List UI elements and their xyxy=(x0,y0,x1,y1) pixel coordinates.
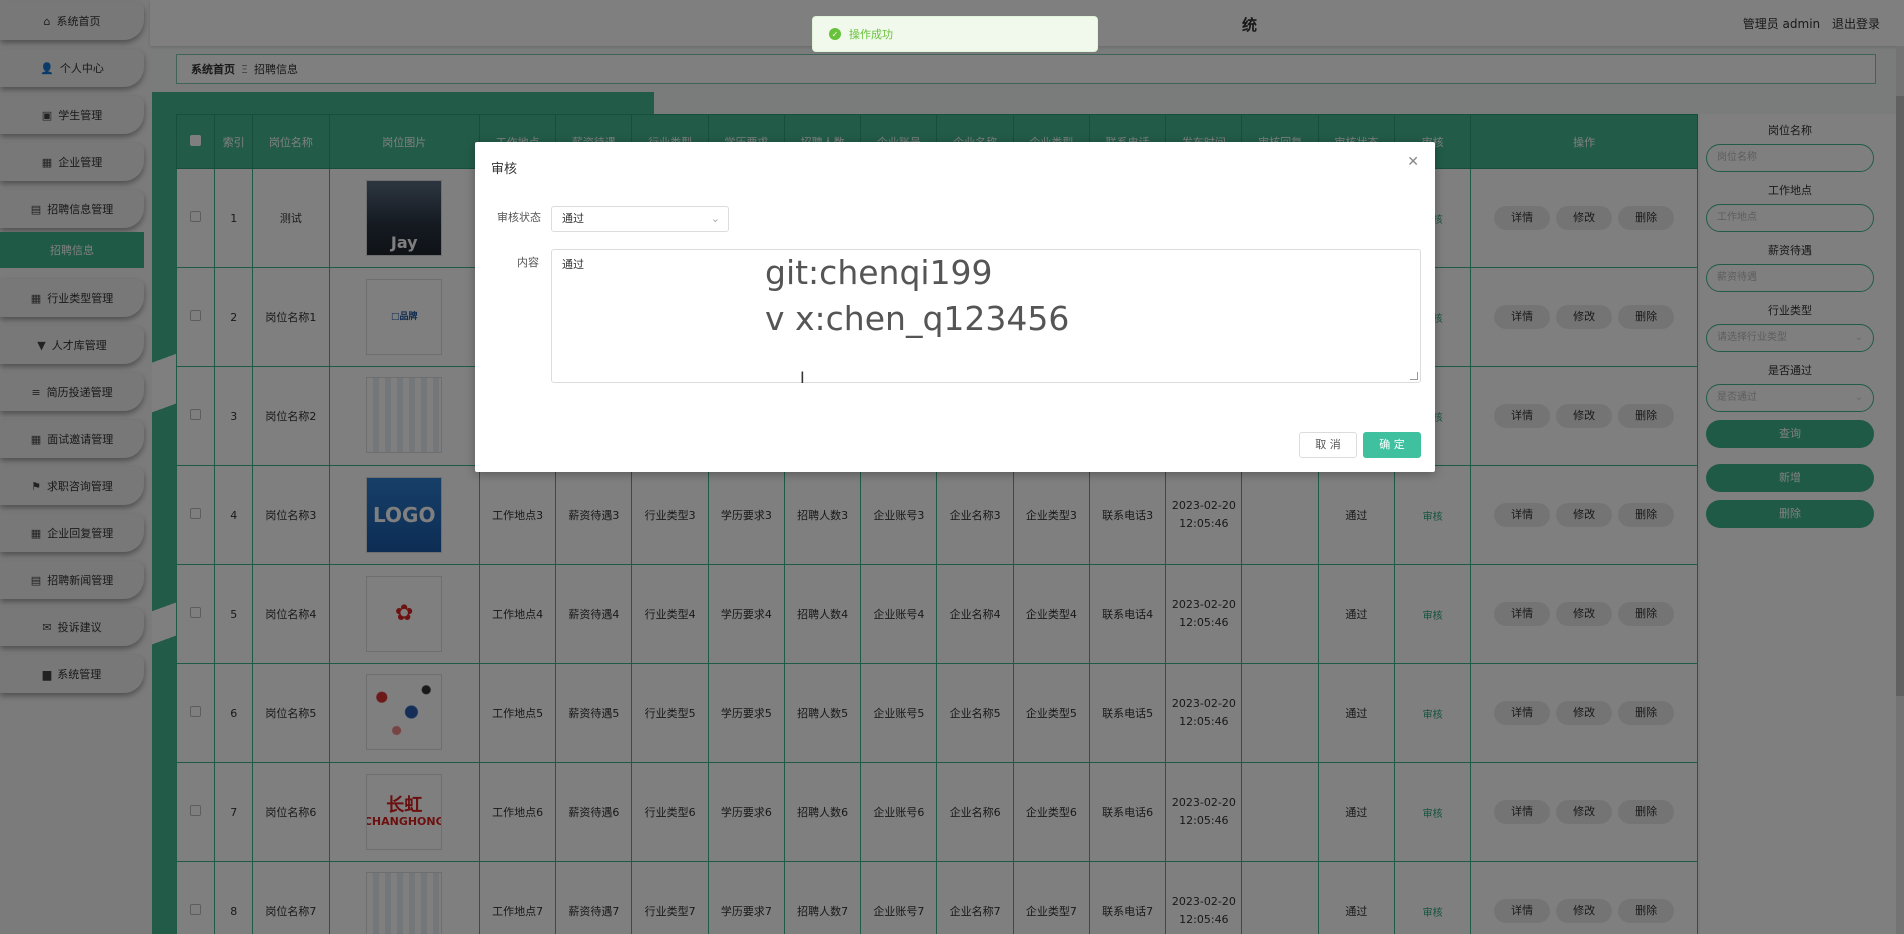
resize-handle-icon[interactable] xyxy=(1410,372,1418,380)
chevron-down-icon: ⌄ xyxy=(710,212,720,225)
content-label: 内容 xyxy=(517,256,539,269)
watermark-line-2: v x:chen_q123456 xyxy=(765,299,1070,338)
watermark-line-1: git:chenqi199 xyxy=(765,253,993,292)
dialog-title: 审核 xyxy=(491,162,518,177)
cancel-button[interactable]: 取 消 xyxy=(1299,432,1357,458)
watermark-text: git:chenqi199 v x:chen_q123456 xyxy=(765,250,1069,342)
close-icon[interactable]: ✕ xyxy=(1407,154,1419,170)
toast-message: 操作成功 xyxy=(849,28,893,41)
audit-status-value: 通过 xyxy=(562,212,584,225)
check-circle-icon: ✓ xyxy=(829,28,841,40)
audit-status-select[interactable]: 通过 ⌄ xyxy=(551,206,729,232)
audit-status-label: 审核状态 xyxy=(497,211,541,224)
success-toast: ✓ 操作成功 xyxy=(812,16,1098,52)
content-value: 通过 xyxy=(562,258,584,271)
confirm-button[interactable]: 确 定 xyxy=(1363,432,1421,458)
text-cursor-icon: I xyxy=(800,368,805,387)
